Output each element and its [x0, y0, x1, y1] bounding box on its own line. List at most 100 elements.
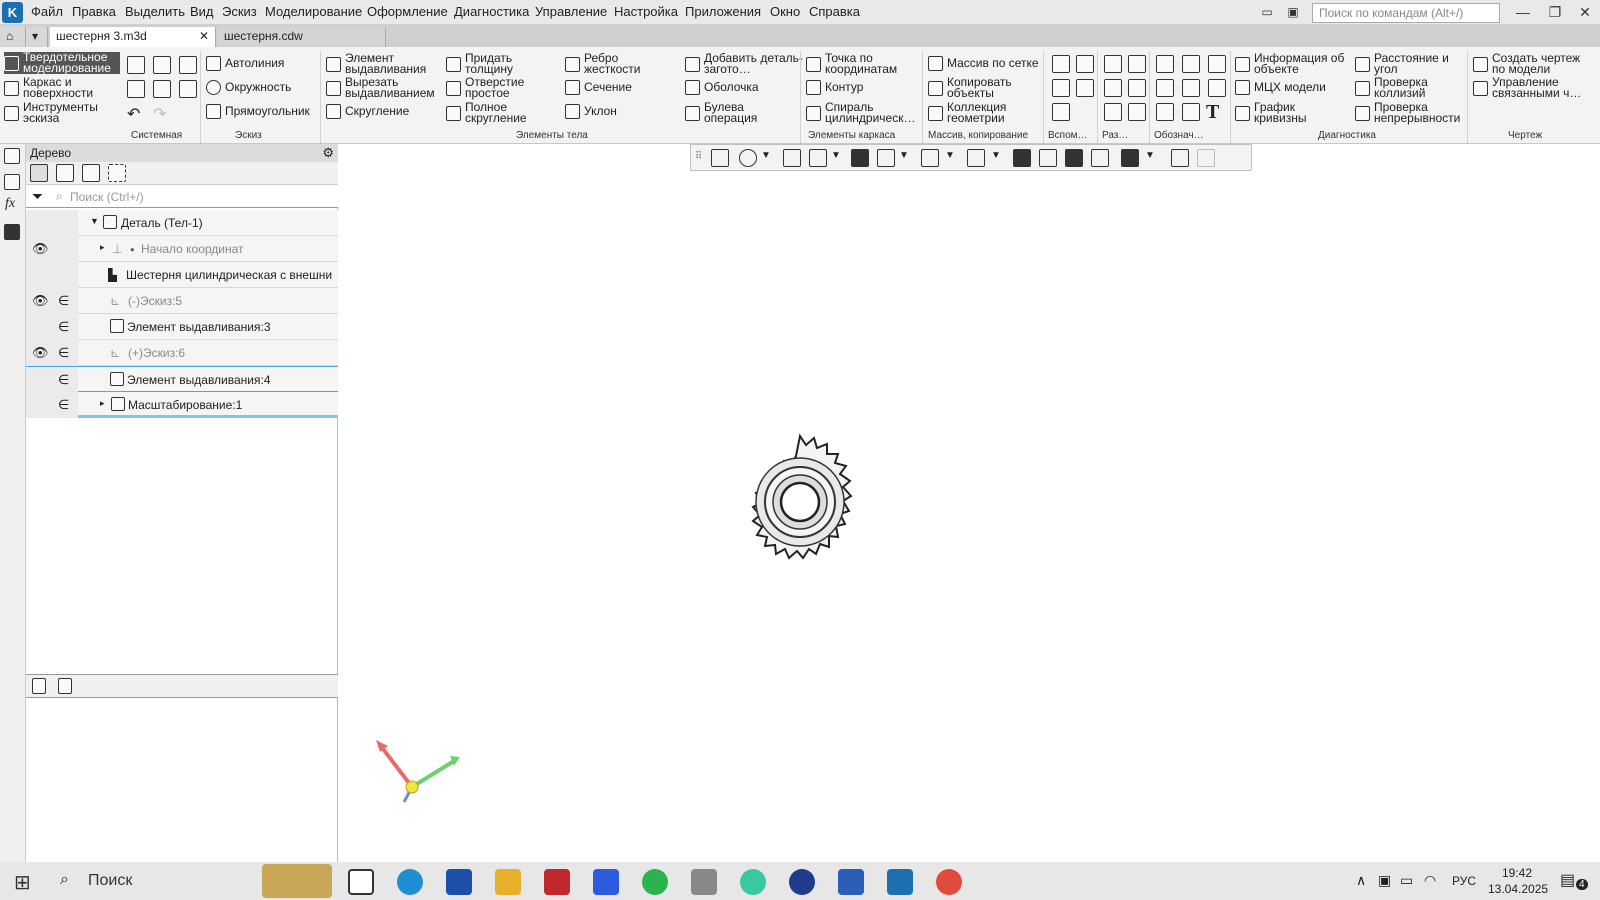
display-dropdown-icon[interactable]: ▼: [899, 150, 909, 161]
hidden-eye-icon[interactable]: 👁: [32, 293, 49, 309]
camera-icon[interactable]: [967, 149, 985, 167]
mode-frame[interactable]: Каркас и поверхности: [4, 76, 120, 99]
collision-button[interactable]: Проверка коллизий: [1355, 76, 1454, 99]
tree-row-extrude4[interactable]: ∈ Элемент выдавливания:4: [26, 366, 338, 393]
fillet-button[interactable]: Скругление: [326, 104, 409, 119]
cut-icon[interactable]: [1104, 55, 1122, 73]
menu-apps[interactable]: Приложения: [685, 4, 761, 19]
rotate-dropdown-icon[interactable]: ▼: [831, 150, 841, 161]
part-icon[interactable]: [1104, 103, 1122, 121]
group-label-drawing[interactable]: Чертеж: [1508, 130, 1542, 141]
clock-time[interactable]: 19:42: [1502, 866, 1532, 880]
file-explorer-icon[interactable]: [495, 869, 521, 895]
layout-icon[interactable]: ▭: [1256, 2, 1278, 22]
base-icon[interactable]: [1208, 79, 1226, 97]
circle-button[interactable]: Окружность: [206, 80, 291, 95]
wireframe-view-icon[interactable]: [877, 149, 895, 167]
tray-app-icon[interactable]: ▣: [1378, 872, 1391, 889]
menu-design[interactable]: Оформление: [367, 4, 448, 19]
edge-icon[interactable]: [397, 869, 423, 895]
aux-plane-icon[interactable]: [1052, 55, 1070, 73]
full-fillet-button[interactable]: Полное скругление: [446, 101, 535, 124]
mark-icon[interactable]: [1182, 103, 1200, 121]
mode-solid[interactable]: Твердотельное моделирование: [4, 51, 120, 74]
layers-icon[interactable]: [4, 224, 20, 240]
tree-row-scale[interactable]: ∈ ▸ Масштабирование:1: [26, 392, 338, 418]
tree-row-sketch5[interactable]: 👁 ∈ ⊾ (-)Эскиз:5: [26, 288, 338, 314]
zoom-icon[interactable]: [739, 149, 757, 167]
group-label-split[interactable]: Раз…: [1102, 130, 1128, 141]
hidden-eye-icon[interactable]: 👁: [32, 345, 49, 361]
gear-model[interactable]: [730, 432, 870, 572]
group-label-aux[interactable]: Вспом…: [1048, 130, 1088, 141]
mold-icon[interactable]: [1104, 79, 1122, 97]
panel-icon[interactable]: ▣: [1282, 2, 1304, 22]
weld-icon[interactable]: [1182, 79, 1200, 97]
home-icon[interactable]: ⌂: [0, 27, 26, 47]
curvature-button[interactable]: График кривизны: [1235, 101, 1334, 124]
relation-icon[interactable]: ∈: [58, 372, 69, 388]
collapse-arrow-icon[interactable]: ▸: [100, 398, 105, 409]
draft-button[interactable]: Уклон: [565, 104, 617, 119]
thicken-button[interactable]: Придать толщину: [446, 52, 535, 75]
group-label-sketch[interactable]: Эскиз: [235, 130, 262, 141]
green-app-icon[interactable]: [740, 869, 766, 895]
recorder-icon[interactable]: [544, 869, 570, 895]
thread-icon[interactable]: [1156, 55, 1174, 73]
group-label-notation[interactable]: Обознач…: [1154, 130, 1204, 141]
menu-modeling[interactable]: Моделирование: [265, 4, 362, 19]
grid-array-button[interactable]: Массив по сетке: [928, 56, 1039, 71]
notifications-icon[interactable]: ▤: [1560, 870, 1575, 890]
collapse-arrow-icon[interactable]: ▸: [100, 242, 105, 253]
tree-row-extrude3[interactable]: ∈ Элемент выдавливания:3: [26, 314, 338, 340]
split-body-icon[interactable]: [1128, 103, 1146, 121]
chrome-icon[interactable]: [936, 869, 962, 895]
camera-dropdown-icon[interactable]: ▼: [991, 150, 1001, 161]
properties-panel-icon[interactable]: [4, 174, 20, 190]
aux-axis-icon[interactable]: [1076, 55, 1094, 73]
rectangle-button[interactable]: Прямоугольник: [206, 104, 310, 119]
boolean-button[interactable]: Булева операция: [685, 101, 774, 124]
redo-icon[interactable]: ↷: [153, 104, 166, 124]
tree-row-origin[interactable]: 👁 ▸ ⊥ • Начало координат: [26, 236, 338, 262]
clock-date[interactable]: 13.04.2025: [1488, 882, 1548, 896]
battery-icon[interactable]: ▭: [1400, 872, 1413, 889]
tab-gear-cdw[interactable]: шестерня.cdw: [218, 27, 386, 47]
filter-view-icon[interactable]: [1121, 149, 1139, 167]
zoom-dropdown-icon[interactable]: ▼: [761, 150, 771, 161]
create-drawing-button[interactable]: Создать чертеж по модели: [1473, 52, 1592, 75]
distance-angle-button[interactable]: Расстояние и угол: [1355, 52, 1464, 75]
maximize-icon[interactable]: ❐: [1544, 2, 1566, 22]
section-view-icon[interactable]: [1013, 149, 1031, 167]
shell-button[interactable]: Оболочка: [685, 80, 759, 95]
mold2-icon[interactable]: [1128, 79, 1146, 97]
continuity-button[interactable]: Проверка непрерывности: [1355, 101, 1474, 124]
cut-extrude-button[interactable]: Вырезать выдавливанием: [326, 76, 445, 99]
filter-icon[interactable]: ⏷: [32, 188, 43, 205]
relation-icon[interactable]: ∈: [58, 293, 69, 309]
taskbar-search[interactable]: Поиск: [88, 872, 132, 890]
task-view-icon[interactable]: [348, 869, 374, 895]
section-button[interactable]: Сечение: [565, 80, 632, 95]
visibility-icon[interactable]: [921, 149, 939, 167]
hidden-eye-icon[interactable]: 👁: [32, 241, 49, 257]
mode-sketch-tools[interactable]: Инструменты эскиза: [4, 101, 120, 124]
layers-view-icon[interactable]: [1091, 149, 1109, 167]
menu-diagnostics[interactable]: Диагностика: [454, 4, 529, 19]
menu-settings[interactable]: Настройка: [614, 4, 678, 19]
spiral-button[interactable]: Спираль цилиндрическ…: [806, 101, 925, 124]
rib-button[interactable]: Ребро жесткости: [565, 52, 654, 75]
relation-icon[interactable]: ∈: [58, 345, 69, 361]
yandex-icon[interactable]: [789, 869, 815, 895]
whatsapp-icon[interactable]: [642, 869, 668, 895]
menu-file[interactable]: Файл: [31, 4, 63, 19]
tree-structure-icon[interactable]: [30, 164, 48, 182]
kompas-icon[interactable]: [887, 869, 913, 895]
cut-plane-icon[interactable]: [1039, 149, 1057, 167]
search-highlight-image[interactable]: [262, 864, 332, 898]
menu-management[interactable]: Управление: [535, 4, 607, 19]
properties-tab-icon[interactable]: [58, 678, 72, 694]
tree-search-input[interactable]: Поиск (Ctrl+/): [70, 190, 144, 204]
tolerance-icon[interactable]: [1156, 103, 1174, 121]
text-icon[interactable]: T: [1206, 101, 1219, 124]
